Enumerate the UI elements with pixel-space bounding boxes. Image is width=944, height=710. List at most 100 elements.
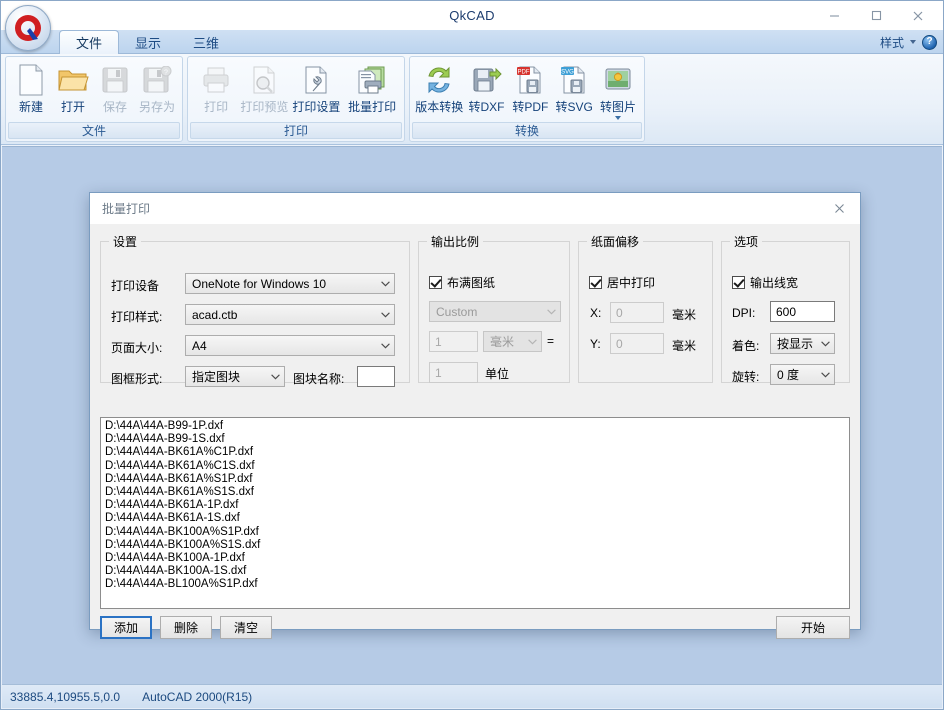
scale-denominator-input[interactable]: 1 xyxy=(429,362,478,383)
scale-preset-value: Custom xyxy=(436,304,478,319)
list-item[interactable]: D:\44A\44A-BK61A-1S.dxf xyxy=(103,512,849,525)
ribbon-button-open[interactable]: 打开 xyxy=(52,60,94,120)
print-device-value: OneNote for Windows 10 xyxy=(192,276,327,291)
frame-type-combo[interactable]: 指定图块 xyxy=(185,366,285,387)
list-item[interactable]: D:\44A\44A-B99-1P.dxf xyxy=(103,420,849,433)
offset-y-input[interactable]: 0 xyxy=(610,333,664,354)
print-style-combo[interactable]: acad.ctb xyxy=(185,304,395,325)
tab-file[interactable]: 文件 xyxy=(59,30,120,54)
scale-unit-combo[interactable]: 毫米 xyxy=(483,331,542,352)
convert-version-icon xyxy=(423,63,455,97)
ribbon-button-to-svg-label: 转SVG xyxy=(555,100,593,114)
chevron-down-icon xyxy=(267,373,284,380)
scale-numerator-input[interactable]: 1 xyxy=(429,331,478,352)
block-name-input[interactable] xyxy=(357,366,395,387)
status-bar: 33885.4,10955.5,0.0 AutoCAD 2000(R15) xyxy=(2,684,942,708)
ribbon-button-print-preview[interactable]: 打印预览 xyxy=(240,60,288,120)
tab-display[interactable]: 显示 xyxy=(119,30,177,54)
list-item[interactable]: D:\44A\44A-BK100A%S1S.dxf xyxy=(103,539,849,552)
list-item[interactable]: D:\44A\44A-BL100A%S1P.dxf xyxy=(103,578,849,591)
ribbon-button-to-svg[interactable]: SVG 转SVG xyxy=(552,60,596,120)
ribbon-button-new[interactable]: 新建 xyxy=(10,60,52,120)
dpi-input[interactable]: 600 xyxy=(770,301,835,322)
color-mode-combo[interactable]: 按显示 xyxy=(770,333,835,354)
ribbon-button-to-dxf[interactable]: 转DXF xyxy=(465,60,509,120)
dialog-titlebar: 批量打印 xyxy=(90,193,860,224)
print-preview-icon xyxy=(249,63,279,97)
offset-x-input[interactable]: 0 xyxy=(610,302,664,323)
help-icon[interactable]: ? xyxy=(922,34,937,50)
ribbon-button-to-dxf-label: 转DXF xyxy=(468,100,505,114)
ribbon-tabs: 文件 显示 三维 xyxy=(59,30,235,54)
scale-preset-combo[interactable]: Custom xyxy=(429,301,561,322)
save-disk-icon xyxy=(101,63,129,97)
clear-button[interactable]: 清空 xyxy=(220,616,272,639)
center-print-checkbox[interactable]: 居中打印 xyxy=(589,274,655,291)
status-version: AutoCAD 2000(R15) xyxy=(142,689,253,704)
tab-3d[interactable]: 三维 xyxy=(177,30,235,54)
ribbon-group-file: 新建 打开 保存 ? 另存为 文件 xyxy=(5,56,183,142)
batch-print-icon xyxy=(356,63,388,97)
dialog-close-icon[interactable] xyxy=(818,193,860,223)
ribbon-button-saveas[interactable]: ? 另存为 xyxy=(136,60,178,120)
page-size-combo[interactable]: A4 xyxy=(185,335,395,356)
scale-unit-label: 单位 xyxy=(485,367,510,381)
chevron-down-icon[interactable] xyxy=(615,116,622,120)
dialog-body: 设置 打印设备 OneNote for Windows 10 打印样式: aca… xyxy=(90,224,860,639)
list-item[interactable]: D:\44A\44A-BK100A-1P.dxf xyxy=(103,552,849,565)
ribbon-button-to-image[interactable]: 转图片 xyxy=(596,60,640,120)
application-window: QkCAD 文件 显示 三维 样式 ? 新建 打开 保存 ? 另存为 文件 打印… xyxy=(0,0,944,710)
settings-group-legend: 设置 xyxy=(113,235,138,249)
svg-text:SVG: SVG xyxy=(561,69,574,75)
list-item[interactable]: D:\44A\44A-BK61A%S1P.dxf xyxy=(103,473,849,486)
ribbon-button-print-settings[interactable]: 打印设置 xyxy=(289,60,345,120)
frame-type-value: 指定图块 xyxy=(192,370,241,384)
fit-paper-label: 布满图纸 xyxy=(447,276,496,290)
offset-y-value: 0 xyxy=(616,336,623,351)
list-item[interactable]: D:\44A\44A-B99-1S.dxf xyxy=(103,433,849,446)
list-item[interactable]: D:\44A\44A-BK61A%C1P.dxf xyxy=(103,446,849,459)
app-logo-icon[interactable] xyxy=(5,5,51,51)
output-lineweight-checkbox[interactable]: 输出线宽 xyxy=(732,274,798,291)
minimize-icon[interactable] xyxy=(813,2,855,30)
list-item[interactable]: D:\44A\44A-BK61A%S1S.dxf xyxy=(103,486,849,499)
new-file-icon xyxy=(16,63,46,97)
page-size-value: A4 xyxy=(192,338,207,353)
close-icon[interactable] xyxy=(897,2,939,30)
output-scale-legend: 输出比例 xyxy=(431,235,480,249)
maximize-icon[interactable] xyxy=(855,2,897,30)
ribbon-group-print-caption: 打印 xyxy=(190,122,402,139)
print-settings-icon xyxy=(301,63,331,97)
ribbon-button-to-image-label: 转图片 xyxy=(600,100,637,114)
list-item[interactable]: D:\44A\44A-BK61A%C1S.dxf xyxy=(103,460,849,473)
offset-x-unit: 毫米 xyxy=(672,308,697,322)
rotation-combo[interactable]: 0 度 xyxy=(770,364,835,385)
style-menu-label: 样式 xyxy=(879,35,904,50)
print-device-combo[interactable]: OneNote for Windows 10 xyxy=(185,273,395,294)
ribbon-button-convert-version[interactable]: 版本转换 xyxy=(414,60,465,120)
settings-group: 设置 打印设备 OneNote for Windows 10 打印样式: aca… xyxy=(100,233,410,387)
ribbon-button-batch-print[interactable]: 批量打印 xyxy=(344,60,400,120)
fit-paper-checkbox[interactable]: 布满图纸 xyxy=(429,274,495,291)
start-button[interactable]: 开始 xyxy=(776,616,850,639)
scale-numerator-value: 1 xyxy=(435,334,442,349)
style-menu[interactable]: 样式 ? xyxy=(880,32,937,52)
file-list[interactable]: D:\44A\44A-B99-1P.dxf D:\44A\44A-B99-1S.… xyxy=(100,417,850,609)
batch-print-dialog: 批量打印 设置 打印设备 OneNote for Windows 10 打印样式… xyxy=(89,192,861,639)
printer-icon xyxy=(201,63,231,97)
ribbon-button-save[interactable]: 保存 xyxy=(94,60,136,120)
ribbon-button-open-label: 打开 xyxy=(60,100,85,114)
delete-button-label: 删除 xyxy=(173,621,198,635)
list-item[interactable]: D:\44A\44A-BK100A-1S.dxf xyxy=(103,565,849,578)
chevron-down-icon xyxy=(524,338,541,345)
center-print-label: 居中打印 xyxy=(607,276,656,290)
delete-button[interactable]: 删除 xyxy=(160,616,212,639)
add-button[interactable]: 添加 xyxy=(100,616,152,639)
ribbon-button-print[interactable]: 打印 xyxy=(192,60,240,120)
ribbon-group-convert: 版本转换 转DXF PDF 转PDF SVG 转SVG 转图片 转换 xyxy=(409,56,645,142)
list-item[interactable]: D:\44A\44A-BK100A%S1P.dxf xyxy=(103,526,849,539)
list-item[interactable]: D:\44A\44A-BK61A-1P.dxf xyxy=(103,499,849,512)
chevron-down-icon xyxy=(817,340,834,347)
tab-3d-label: 三维 xyxy=(193,35,220,51)
ribbon-button-to-pdf[interactable]: PDF 转PDF xyxy=(508,60,552,120)
